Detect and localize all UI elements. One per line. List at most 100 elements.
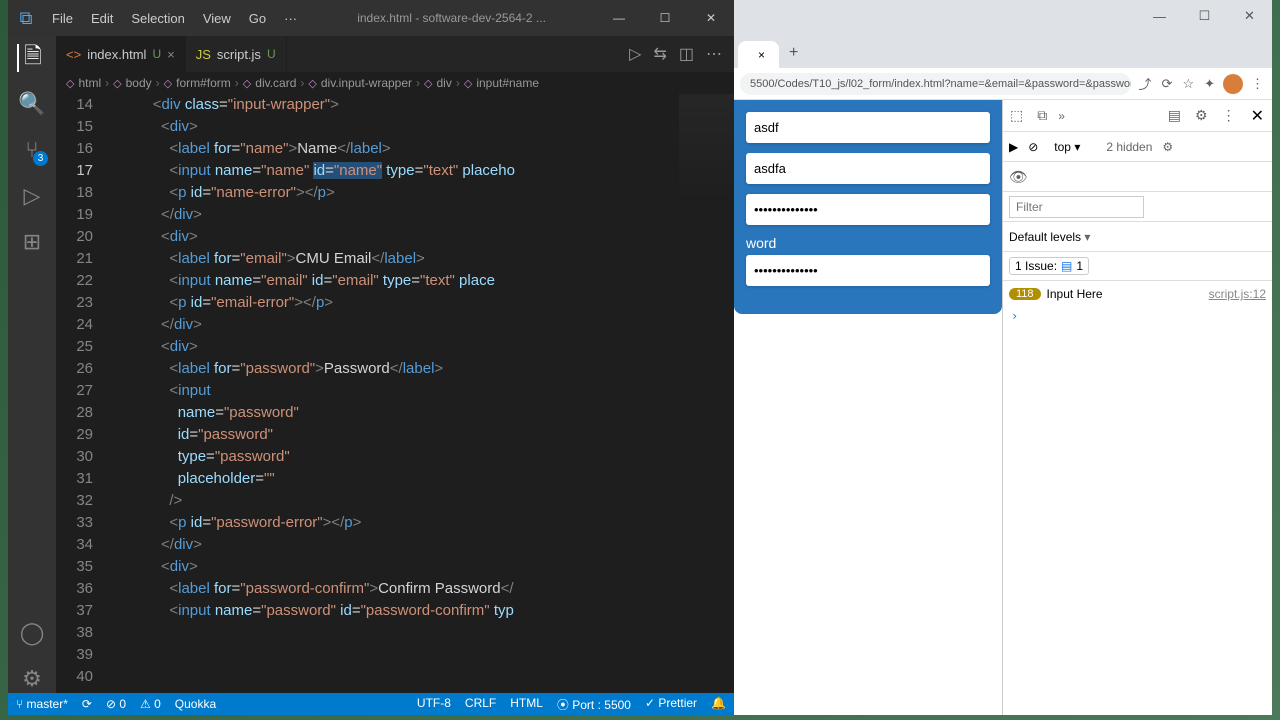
lang-status[interactable]: HTML bbox=[510, 696, 543, 713]
filter-input[interactable] bbox=[1009, 196, 1144, 218]
share-icon[interactable]: ⤴ bbox=[1137, 72, 1154, 95]
editor-tab[interactable]: JS script.js U bbox=[186, 36, 287, 72]
tab-close-icon[interactable]: × bbox=[167, 47, 175, 62]
editor-tabs: <> index.html U × JS script.js U ▷ ⇆ ◫ ⋯ bbox=[56, 36, 734, 72]
status-bar: ⑂ master* ⟳ ⊘ 0 ⚠ 0 Quokka UTF-8 CRLF HT… bbox=[8, 693, 734, 715]
scm-icon[interactable]: ⑂3 bbox=[18, 136, 46, 164]
issues-chip[interactable]: 1 Issue: ▤ 1 bbox=[1009, 257, 1089, 275]
panel-overflow[interactable]: » bbox=[1058, 109, 1065, 123]
hidden-count[interactable]: 2 hidden bbox=[1106, 140, 1152, 154]
extensions-icon[interactable]: ⊞ bbox=[18, 228, 46, 256]
tab-close-icon[interactable]: × bbox=[758, 48, 765, 62]
puzzle-icon[interactable]: ✦ bbox=[1202, 74, 1217, 94]
breadcrumb-item[interactable]: input#name bbox=[476, 76, 539, 90]
explorer-icon[interactable]: 🗎 bbox=[17, 44, 45, 72]
vscode-titlebar: ⧉ FileEditSelectionViewGo ··· index.html… bbox=[8, 0, 734, 36]
breadcrumb[interactable]: ◇html›◇body›◇form#form›◇div.card›◇div.in… bbox=[56, 72, 734, 94]
browser-tab[interactable]: × bbox=[738, 41, 779, 69]
split-icon[interactable]: ◫ bbox=[679, 44, 694, 64]
sync-icon[interactable]: ⟳ bbox=[82, 697, 92, 711]
password-input[interactable] bbox=[746, 194, 990, 225]
inspect-icon[interactable]: ⬚ bbox=[1007, 104, 1026, 127]
prettier-status[interactable]: ✓ Prettier bbox=[645, 696, 697, 713]
code-editor[interactable]: 1415161718192021222324252627282930313233… bbox=[56, 94, 734, 693]
breadcrumb-item[interactable]: div.input-wrapper bbox=[321, 76, 412, 90]
menu-view[interactable]: View bbox=[195, 7, 239, 30]
close-button[interactable]: ✕ bbox=[688, 3, 734, 33]
chat-icon[interactable]: ▤ bbox=[1165, 104, 1184, 127]
file-icon: JS bbox=[196, 47, 211, 62]
menu-go[interactable]: Go bbox=[241, 7, 274, 30]
devtools-close-icon[interactable]: ✕ bbox=[1247, 106, 1268, 126]
name-input[interactable] bbox=[746, 112, 990, 143]
bell-icon[interactable]: 🔔 bbox=[711, 696, 726, 713]
debug-icon[interactable]: ▷ bbox=[18, 182, 46, 210]
console-log-row[interactable]: 118 Input Here script.js:12 bbox=[1003, 281, 1272, 307]
log-message: Input Here bbox=[1047, 287, 1203, 301]
context-selector[interactable]: top ▾ bbox=[1048, 138, 1086, 156]
console-gear-icon[interactable]: ⚙ bbox=[1162, 140, 1173, 154]
port-status[interactable]: ⦿ Port : 5500 bbox=[557, 696, 631, 713]
email-input[interactable] bbox=[746, 153, 990, 184]
editor-tab[interactable]: <> index.html U × bbox=[56, 36, 186, 72]
browser-tabstrip: × + bbox=[734, 32, 1272, 68]
play-icon[interactable]: ▶ bbox=[1009, 140, 1018, 154]
more-icon[interactable]: ⋯ bbox=[706, 44, 722, 64]
browser-maximize[interactable]: ☐ bbox=[1182, 8, 1227, 24]
settings-gear-icon[interactable]: ⚙ bbox=[18, 665, 46, 693]
vscode-logo-icon: ⧉ bbox=[8, 8, 44, 29]
profile-avatar[interactable] bbox=[1223, 74, 1243, 94]
devtools-gear-icon[interactable]: ⚙ bbox=[1192, 104, 1211, 127]
maximize-button[interactable]: ☐ bbox=[642, 3, 688, 33]
tab-mark: U bbox=[267, 47, 276, 61]
file-icon: <> bbox=[66, 47, 81, 62]
warnings-status[interactable]: ⚠ 0 bbox=[140, 697, 161, 711]
menu-edit[interactable]: Edit bbox=[83, 7, 121, 30]
breadcrumb-item[interactable]: body bbox=[126, 76, 152, 90]
new-tab-button[interactable]: + bbox=[779, 38, 808, 68]
menu-more[interactable]: ··· bbox=[274, 7, 307, 30]
devtools-menu-icon[interactable]: ⋮ bbox=[1219, 104, 1239, 127]
quokka-status[interactable]: Quokka bbox=[175, 697, 216, 711]
reload-icon[interactable]: ⟳ bbox=[1160, 74, 1175, 94]
log-count-badge: 118 bbox=[1009, 288, 1041, 300]
levels-selector[interactable]: Default levels bbox=[1009, 230, 1090, 244]
run-icon[interactable]: ▷ bbox=[629, 44, 641, 64]
url-field[interactable]: 5500/Codes/T10_js/l02_form/index.html?na… bbox=[740, 73, 1131, 95]
errors-status[interactable]: ⊘ 0 bbox=[106, 697, 126, 711]
browser-close[interactable]: ✕ bbox=[1227, 8, 1272, 24]
devtools-panel: ⬚ ⧉ » ▤ ⚙ ⋮ ✕ ▶ ⊘ top ▾ 2 hidden ⚙ 👁 bbox=[1002, 100, 1272, 715]
eol-status[interactable]: CRLF bbox=[465, 696, 496, 713]
breadcrumb-item[interactable]: form#form bbox=[176, 76, 231, 90]
tab-label: index.html bbox=[87, 47, 146, 62]
live-expr-icon[interactable]: 👁 bbox=[1009, 168, 1028, 186]
menu-file[interactable]: File bbox=[44, 7, 81, 30]
console-prompt[interactable]: › bbox=[1003, 307, 1272, 325]
branch-status[interactable]: ⑂ master* bbox=[16, 697, 68, 711]
window-title: index.html - software-dev-2564-2 ... bbox=[307, 11, 596, 25]
tab-label: script.js bbox=[217, 47, 261, 62]
encoding-status[interactable]: UTF-8 bbox=[417, 696, 451, 713]
breadcrumb-item[interactable]: div bbox=[437, 76, 452, 90]
page-content: word bbox=[734, 100, 1002, 715]
search-icon[interactable]: 🔍 bbox=[18, 90, 46, 118]
form-card: word bbox=[734, 100, 1002, 314]
tab-mark: U bbox=[152, 47, 161, 61]
log-source[interactable]: script.js:12 bbox=[1209, 287, 1266, 301]
star-icon[interactable]: ☆ bbox=[1180, 74, 1196, 94]
address-bar: 5500/Codes/T10_js/l02_form/index.html?na… bbox=[734, 68, 1272, 100]
browser-menu-icon[interactable]: ⋮ bbox=[1249, 74, 1266, 94]
clear-icon[interactable]: ⊘ bbox=[1028, 140, 1038, 154]
password-confirm-input[interactable] bbox=[746, 255, 990, 286]
password-confirm-label: word bbox=[746, 235, 990, 251]
device-icon[interactable]: ⧉ bbox=[1034, 104, 1050, 127]
minimize-button[interactable]: — bbox=[596, 3, 642, 33]
account-icon[interactable]: ◯ bbox=[18, 619, 46, 647]
minimap[interactable] bbox=[679, 94, 734, 204]
breadcrumb-item[interactable]: div.card bbox=[255, 76, 296, 90]
breadcrumb-item[interactable]: html bbox=[78, 76, 101, 90]
diff-icon[interactable]: ⇆ bbox=[653, 44, 666, 64]
menu-selection[interactable]: Selection bbox=[123, 7, 192, 30]
browser-minimize[interactable]: — bbox=[1137, 9, 1182, 24]
activity-bar: 🗎 🔍 ⑂3 ▷ ⊞ ◯ ⚙ bbox=[8, 36, 56, 693]
